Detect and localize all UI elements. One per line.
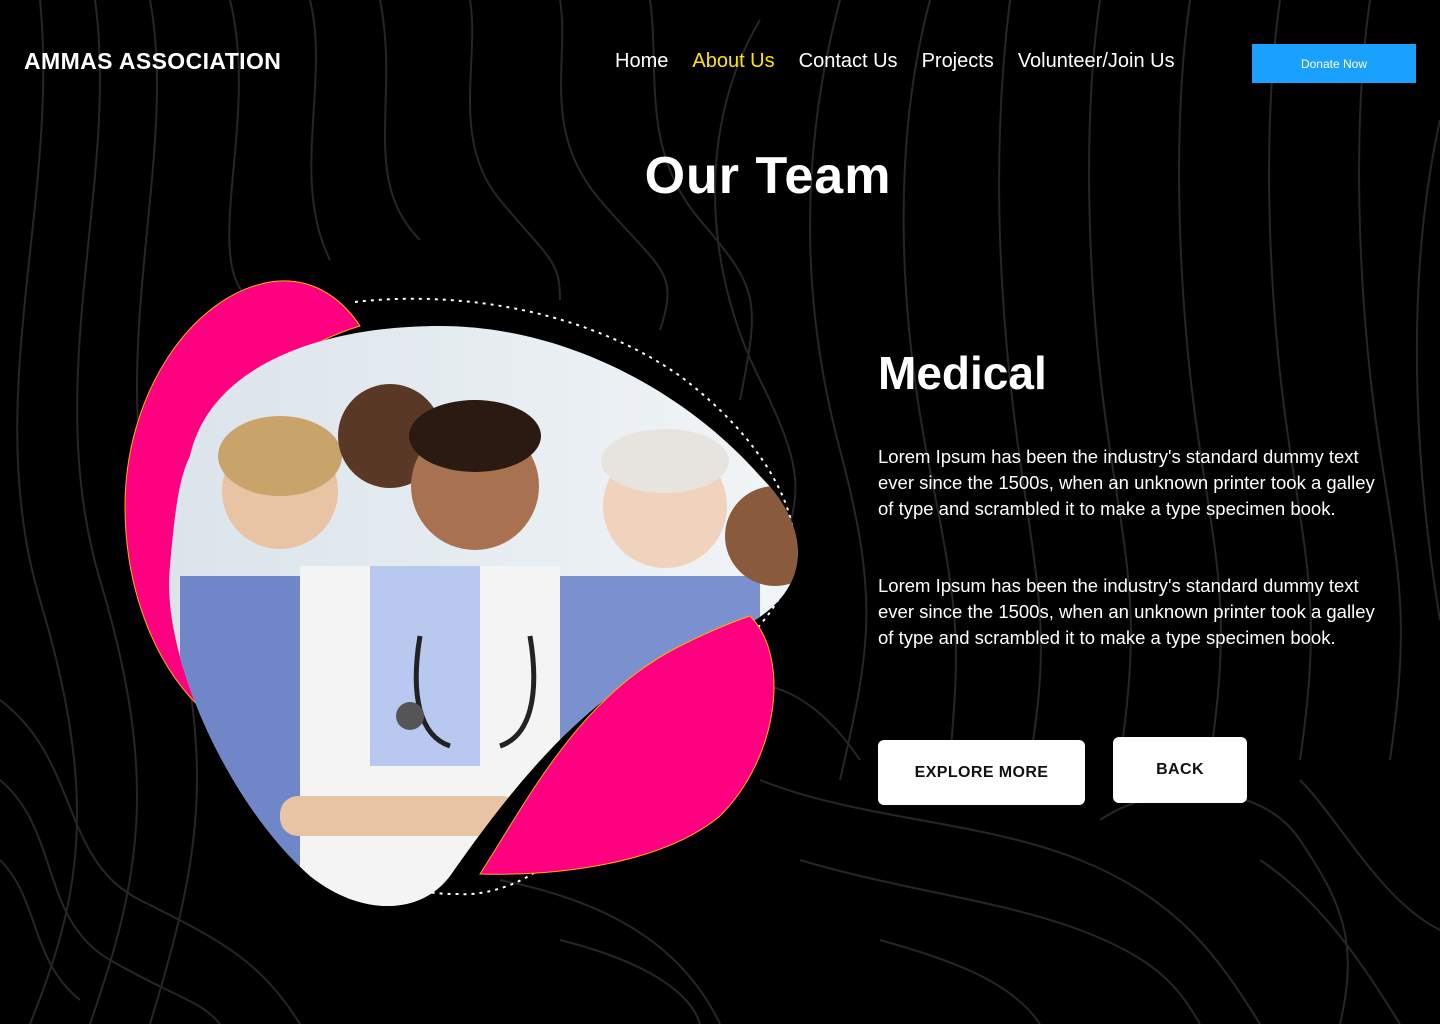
- section-paragraph-2: Lorem Ipsum has been the industry's stan…: [878, 575, 1375, 648]
- nav-home[interactable]: Home: [615, 50, 668, 73]
- nav-contact-us[interactable]: Contact Us: [799, 50, 898, 73]
- back-button[interactable]: BACK: [1113, 737, 1247, 803]
- nav-projects[interactable]: Projects: [922, 50, 994, 73]
- nav-about-us[interactable]: About Us: [692, 50, 774, 73]
- team-section: Medical Lorem Ipsum has been the industr…: [878, 344, 1398, 648]
- brand-logo[interactable]: AMMAS ASSOCIATION: [24, 48, 281, 75]
- page-title: Our Team: [644, 147, 892, 205]
- site-header: AMMAS ASSOCIATION Home About Us Contact …: [0, 0, 1440, 124]
- section-paragraph-1: Lorem Ipsum has been the industry's stan…: [878, 446, 1375, 519]
- explore-more-button[interactable]: EXPLORE MORE: [878, 740, 1085, 805]
- nav-volunteer-join[interactable]: Volunteer/Join Us: [1018, 50, 1175, 73]
- section-heading: Medical: [878, 347, 1047, 399]
- main-nav: Home About Us Contact Us Projects Volunt…: [615, 50, 1199, 73]
- team-photo-blob: [124, 280, 798, 906]
- donate-button[interactable]: Donate Now: [1252, 44, 1416, 83]
